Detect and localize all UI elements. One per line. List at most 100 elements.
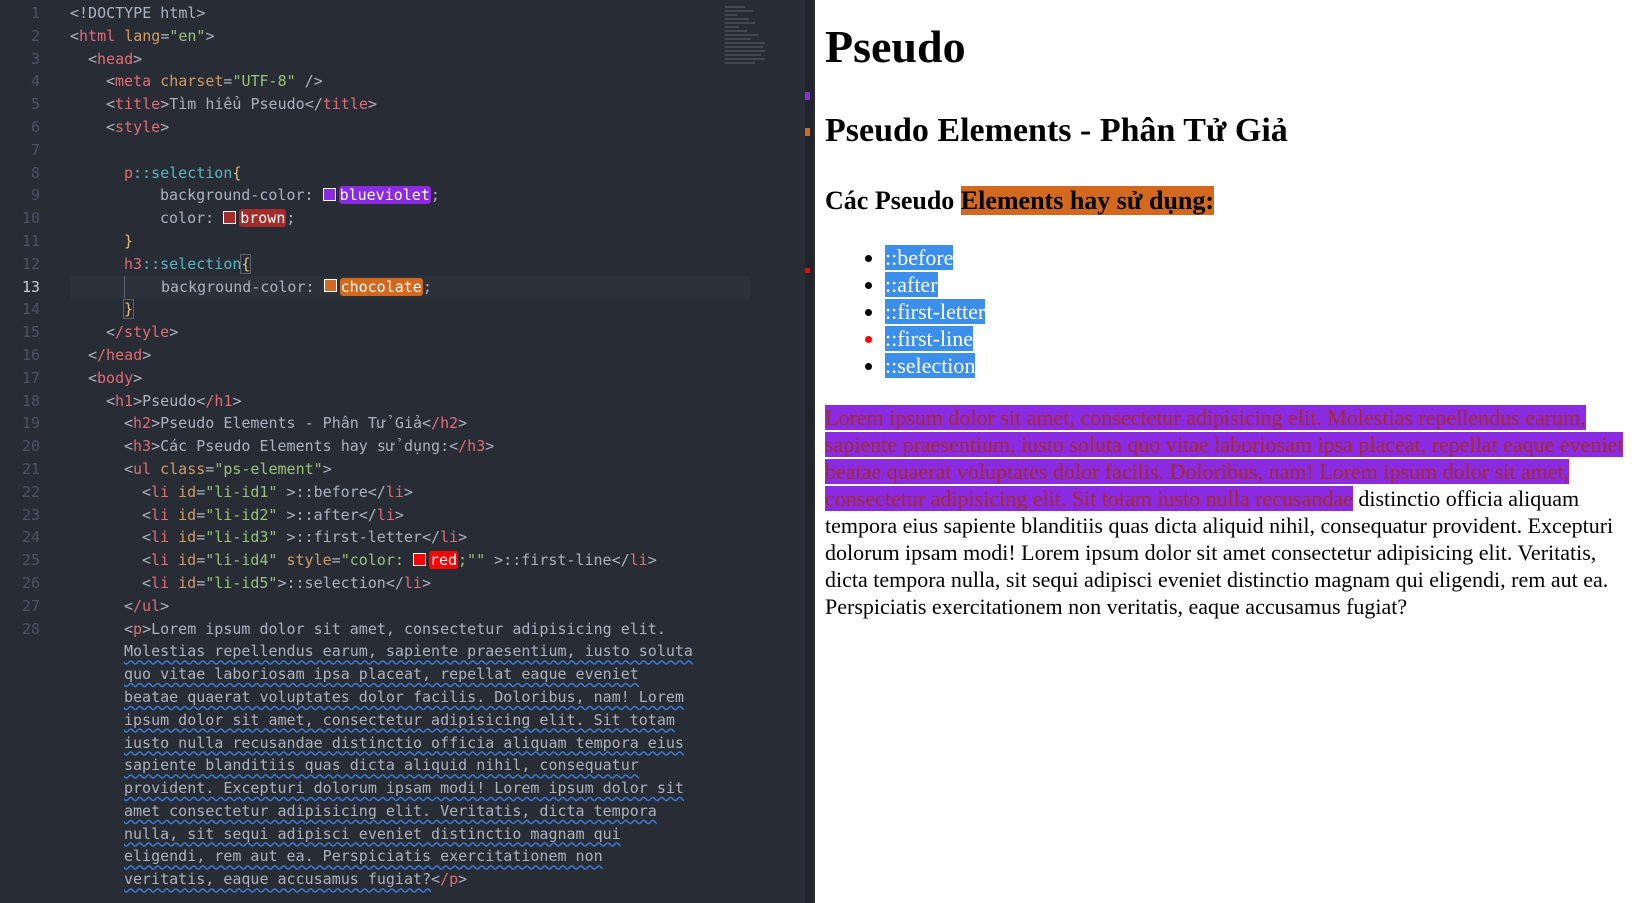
attr-value: "color: xyxy=(340,551,413,570)
line-number: 12 xyxy=(21,254,40,273)
attr-value: "ps-element" xyxy=(214,459,323,478)
line-number: 23 xyxy=(21,505,40,524)
attr-value: "li-id5" xyxy=(205,573,278,592)
scroll-marker xyxy=(805,92,810,100)
paragraph-text: amet consectetur adipisicing elit. Verit… xyxy=(124,801,657,820)
code-line[interactable]: <li id="li-id1" >::before</li> xyxy=(70,481,720,504)
code-line[interactable]: <li id="li-id3" >::first-letter</li> xyxy=(70,526,720,549)
tag-name: head xyxy=(97,49,134,68)
code-line[interactable]: </ul> xyxy=(70,595,720,618)
tag-name: p xyxy=(133,619,143,638)
tag-name: h2 xyxy=(133,414,152,433)
css-property: background-color: xyxy=(161,277,315,296)
color-swatch-icon[interactable] xyxy=(412,552,426,566)
code-line-wrap[interactable]: ipsum dolor sit amet, consectetur adipis… xyxy=(70,709,720,732)
tag-text: ::first-line xyxy=(503,551,612,570)
color-swatch-icon[interactable] xyxy=(323,279,337,293)
code-line-wrap[interactable]: amet consectetur adipisicing elit. Verit… xyxy=(70,800,720,823)
code-line[interactable]: <li id="li-id2" >::after</li> xyxy=(70,504,720,527)
code-line-current[interactable]: background-color: chocolate; xyxy=(70,275,750,299)
code-line-wrap[interactable]: quo vitae laboriosam ipsa placeat, repel… xyxy=(70,663,720,686)
code-line[interactable]: <meta charset="UTF-8" /> xyxy=(70,70,720,93)
line-number: 4 xyxy=(30,72,40,91)
code-line-wrap[interactable]: Molestias repellendus earum, sapiente pr… xyxy=(70,640,720,663)
list-item-text: ::after xyxy=(885,272,938,297)
code-line-wrap[interactable]: eligendi, rem aut ea. Perspiciatis exerc… xyxy=(70,845,720,868)
page-heading-h3: Các Pseudo Elements hay sử dụng: xyxy=(825,186,1215,216)
line-number: 21 xyxy=(21,460,40,478)
tag-name: /p xyxy=(440,870,459,889)
tag-name: /style xyxy=(115,323,170,342)
attr-name: lang xyxy=(124,26,161,45)
tag-name: meta xyxy=(115,72,152,91)
css-selector: h3 xyxy=(124,254,143,273)
color-swatch-icon[interactable] xyxy=(223,210,237,224)
paragraph-text: sapiente blanditiis quas dicta aliquid n… xyxy=(124,756,639,775)
code-line[interactable]: <html lang="en"> xyxy=(70,25,720,48)
code-line-wrap[interactable]: iusto nulla recusandae distinctio offici… xyxy=(70,732,720,755)
list-item-text: ::before xyxy=(885,245,954,270)
css-value: blueviolet xyxy=(338,186,431,205)
code-line[interactable]: <head> xyxy=(70,48,720,71)
code-line[interactable]: <!DOCTYPE html> xyxy=(70,2,720,25)
code-line[interactable]: </style> xyxy=(70,321,720,344)
code-line-wrap[interactable]: veritatis, eaque accusamus fugiat?</p> xyxy=(70,868,720,891)
code-line[interactable]: <style> xyxy=(70,116,720,139)
line-number: 24 xyxy=(21,528,40,547)
paragraph-text: beatae quaerat voluptates dolor facilis.… xyxy=(124,687,684,706)
css-property: color: xyxy=(160,209,215,228)
code-line[interactable]: <title>Tìm hiểu Pseudo</title> xyxy=(70,93,720,116)
code-line[interactable]: } xyxy=(70,230,720,253)
tag-name: /h1 xyxy=(205,391,233,410)
list-item: ::before xyxy=(885,244,985,271)
line-number: 25 xyxy=(21,551,40,570)
line-number: 18 xyxy=(21,391,40,410)
paragraph-text: nulla, sit sequi adipisci eveniet distin… xyxy=(124,824,621,843)
code-line[interactable]: <h3>Các Pseudo Elements hay sử dụng:</h3… xyxy=(70,435,720,458)
tag-name: ul xyxy=(133,459,152,478)
tag-name: html xyxy=(79,26,116,45)
code-line[interactable]: <ul class="ps-element"> xyxy=(70,458,720,481)
css-pseudo: ::selection xyxy=(142,254,242,273)
code-line[interactable]: p::selection{ xyxy=(70,162,720,185)
tag-text: ::selection xyxy=(286,573,386,592)
line-number: 6 xyxy=(30,118,40,136)
line-number: 2 xyxy=(30,26,40,45)
code-area[interactable]: <!DOCTYPE html> <html lang="en"> <head> … xyxy=(70,2,750,891)
color-swatch-icon[interactable] xyxy=(322,187,336,201)
code-line[interactable]: background-color: blueviolet; xyxy=(70,184,720,207)
code-line[interactable]: <body> xyxy=(70,367,720,390)
code-line[interactable]: <li id="li-id5">::selection</li> xyxy=(70,572,720,595)
code-line[interactable]: <h2>Pseudo Elements - Phân Tử Giả</h2> xyxy=(70,412,720,435)
line-number: 10 xyxy=(21,209,40,228)
code-line[interactable]: <h1>Pseudo</h1> xyxy=(70,390,720,413)
line-number: 20 xyxy=(21,437,40,456)
code-line[interactable]: } xyxy=(70,298,720,321)
line-number: 13 xyxy=(21,277,40,296)
code-line[interactable]: color: brown; xyxy=(70,207,720,230)
code-line[interactable]: </head> xyxy=(70,344,720,367)
code-editor[interactable]: 1 2 3 4 5 6 7 8 9 10 11 12 13 14 15 16 17 18 19 20 21 22 23 24 2… xyxy=(0,0,815,903)
code-line-wrap[interactable]: sapiente blanditiis quas dicta aliquid n… xyxy=(70,754,720,777)
code-line-wrap[interactable]: beatae quaerat voluptates dolor facilis.… xyxy=(70,686,720,709)
code-line[interactable]: h3::selection{ xyxy=(70,253,720,276)
line-number: 19 xyxy=(21,414,40,433)
paragraph-text: quo vitae laboriosam ipsa placeat, repel… xyxy=(124,665,639,684)
code-line[interactable]: <li id="li-id4" style="color: red;"" >::… xyxy=(70,549,720,572)
paragraph-text: provident. Excepturi dolorum ipsam modi!… xyxy=(124,779,684,798)
code-line[interactable]: <p>Lorem ipsum dolor sit amet, consectet… xyxy=(70,618,720,641)
minimap[interactable] xyxy=(725,4,770,84)
scroll-marker xyxy=(805,268,810,273)
code-line-wrap[interactable]: provident. Excepturi dolorum ipsam modi!… xyxy=(70,777,720,800)
css-value: chocolate xyxy=(339,277,423,296)
tag-text: ::first-letter xyxy=(295,528,422,547)
tag-name: h3 xyxy=(133,437,152,456)
code-line-wrap[interactable]: nulla, sit sequi adipisci eveniet distin… xyxy=(70,823,720,846)
list-item: ::first-letter xyxy=(885,298,986,325)
paragraph-text: Molestias repellendus earum, sapiente pr… xyxy=(124,642,693,661)
pseudo-element-list: ::before ::after ::first-letter ::first-… xyxy=(825,244,986,379)
browser-preview[interactable]: Pseudo Pseudo Elements - Phân Tử Giả Các… xyxy=(815,0,1639,903)
paragraph-text: ipsum dolor sit amet, consectetur adipis… xyxy=(124,710,675,729)
list-item-text: ::first-line xyxy=(885,326,973,351)
code-line[interactable] xyxy=(70,139,720,162)
